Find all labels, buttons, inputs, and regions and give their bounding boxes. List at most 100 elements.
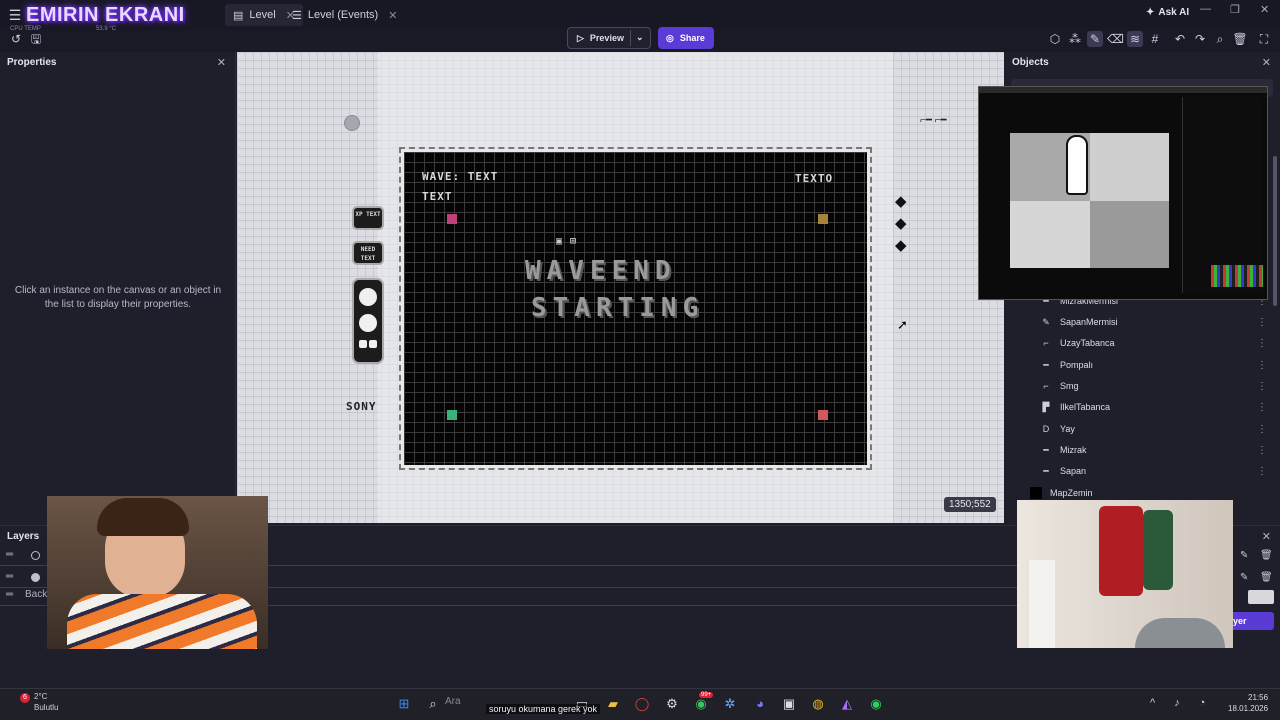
spawn-marker-green[interactable] [447,410,457,420]
drag-handle-icon[interactable]: ═ [6,571,13,582]
more-icon[interactable]: ⋮ [1257,466,1267,477]
heart-icon[interactable]: ◆ [895,236,907,254]
game-viewport[interactable]: WAVE: TEXT TEXT TEXTO ▣ ⊞ WAVEEND STARTI… [399,147,872,470]
edit-icon[interactable]: ✎ [1240,550,1248,561]
wave-end-title[interactable]: WAVEEND [525,256,677,286]
ask-ai-button[interactable]: ✦ Ask AI [1146,7,1189,18]
gdevelop-icon[interactable]: ◭ [837,695,857,713]
tab-label: Level (Events) [307,9,379,21]
close-window-icon[interactable]: ✕ [1260,3,1269,16]
object-item[interactable]: ▛ IlkelTabanca ⋮ [1040,398,1270,416]
objects-icon[interactable]: ⁂ [1067,31,1083,47]
visibility-icon[interactable] [31,573,40,582]
controller-object[interactable] [352,278,384,364]
starting-title[interactable]: STARTING [531,293,704,323]
layer-color-swatch[interactable] [1248,590,1274,604]
add-layer-button[interactable]: yer [1230,612,1274,630]
clock-time: 21:56 [1248,693,1269,702]
chevron-down-icon[interactable]: ⌄ [636,32,644,43]
button-dot [359,340,367,348]
shotgun-icon: ━ [1043,359,1049,370]
heart-icon[interactable]: ◆ [895,214,907,232]
trash-icon[interactable]: 🗑 [1260,550,1273,561]
android-icon[interactable]: ▣ [779,695,799,713]
need-badge[interactable]: NEED TEXT [352,241,384,265]
system-tray[interactable]: ^ ♪ ◔ [1150,697,1213,709]
circle-object[interactable] [344,115,360,131]
trash-icon[interactable]: 🗑 [1260,572,1273,583]
more-icon[interactable]: ⋮ [1257,317,1267,328]
heart-icon[interactable]: ◆ [895,192,907,210]
cube-icon[interactable]: ⬡ [1047,31,1063,47]
opera-icon[interactable]: ◯ [632,695,652,713]
drag-handle-icon[interactable]: ═ [6,589,13,600]
objects-scrollbar[interactable] [1273,156,1277,306]
more-icon[interactable]: ⋮ [1257,338,1267,349]
minimize-icon[interactable]: — [1200,3,1211,15]
sony-label[interactable]: SONY [346,400,377,413]
close-icon[interactable]: ✕ [1262,56,1271,69]
object-item[interactable]: ⌐ Smg ⋮ [1040,377,1270,395]
eraser-icon[interactable]: ⌫ [1107,31,1124,47]
level-canvas[interactable]: XP TEXT NEED TEXT SONY WAVE: TEXT TEXT T… [237,52,1004,523]
panel-title: Objects [1012,56,1049,68]
selection-icon[interactable]: ▣ ⊞ [556,236,577,247]
undo-history-icon[interactable]: ↺ [8,31,24,47]
clock[interactable]: 21:56 18.01.2026 [1228,692,1268,714]
redo-icon[interactable]: ↷ [1192,31,1208,47]
object-item[interactable]: ━ Mizrak ⋮ [1040,441,1270,459]
discord-icon[interactable]: ◕ [750,695,770,713]
share-button[interactable]: ◎ Share [658,27,714,49]
chrome-icon[interactable]: ◍ [808,695,828,713]
spawn-marker-red[interactable] [818,410,828,420]
ask-ai-label: Ask AI [1158,7,1190,18]
windows-start-icon[interactable]: ⊞ [394,695,414,713]
close-icon[interactable]: ✕ [217,56,226,69]
object-item[interactable]: ✎ SapanMermisi ⋮ [1040,313,1270,331]
spawn-marker-pink[interactable] [447,214,457,224]
undo-icon[interactable]: ↶ [1172,31,1188,47]
edit-icon[interactable]: ✎ [1240,572,1248,583]
folder-icon[interactable]: ▰ [603,695,623,713]
taskbar-search-input[interactable]: Ara [445,696,461,707]
more-icon[interactable]: ⋮ [1257,360,1267,371]
steam-icon[interactable]: ⚙ [662,695,682,713]
settings-icon[interactable]: ✲ [720,695,740,713]
object-item[interactable]: ⌐ UzayTabanca ⋮ [1040,334,1270,352]
close-icon[interactable]: ✕ [1262,530,1271,543]
weather-widget[interactable]: 6 2°C Bulutlu [20,692,58,713]
spotify-icon[interactable]: ◉ [866,695,886,713]
spawn-marker-gold[interactable] [818,214,828,224]
save-icon[interactable]: 🖫 [28,31,44,47]
text-label[interactable]: TEXT [422,190,453,203]
object-item[interactable]: ━ Sapan ⋮ [1040,462,1270,480]
preview-button[interactable]: ▷ Preview ⌄ [567,27,651,49]
player-sprite [1066,135,1088,195]
more-icon[interactable]: ⋮ [1257,445,1267,456]
trash-icon[interactable]: 🗑 [1232,31,1248,47]
grid-icon[interactable]: # [1147,31,1163,47]
drag-handle-icon[interactable]: ═ [6,549,13,560]
pistol-icon: ▛ [1042,401,1050,412]
close-icon[interactable]: ✕ [388,9,397,22]
layers-icon[interactable]: ≋ [1127,31,1143,47]
more-icon[interactable]: ⋮ [1257,381,1267,392]
texto-label[interactable]: TEXTO [795,172,833,185]
mouse-cursor-icon: ➚ [897,317,908,332]
expand-icon[interactable]: ⛶ [1256,31,1272,47]
more-icon[interactable]: ⋮ [1257,424,1267,435]
tab-level-events[interactable]: ☰ Level (Events) ✕ [284,4,405,26]
more-icon[interactable]: ⋮ [1257,402,1267,413]
wave-text[interactable]: WAVE: TEXT [422,170,498,183]
zoom-icon[interactable]: ⌕ [1212,31,1228,47]
object-item[interactable]: ━ Pompalı ⋮ [1040,356,1270,374]
maximize-icon[interactable]: ❐ [1230,3,1240,16]
window-titlebar [979,87,1267,93]
object-item[interactable]: D Yay ⋮ [1040,420,1270,438]
pencil-icon[interactable]: ✎ [1087,31,1103,47]
app-window: ☰ EMIRIN EKRANI CPU TEMP 53.9 °C ▤ Level… [0,0,1280,720]
gun-sprite-icon[interactable]: ⌐━ ⌐━ [920,115,947,126]
search-icon[interactable]: ⌕ [423,695,443,713]
xp-badge[interactable]: XP TEXT [352,206,384,230]
visibility-icon[interactable] [31,551,40,560]
